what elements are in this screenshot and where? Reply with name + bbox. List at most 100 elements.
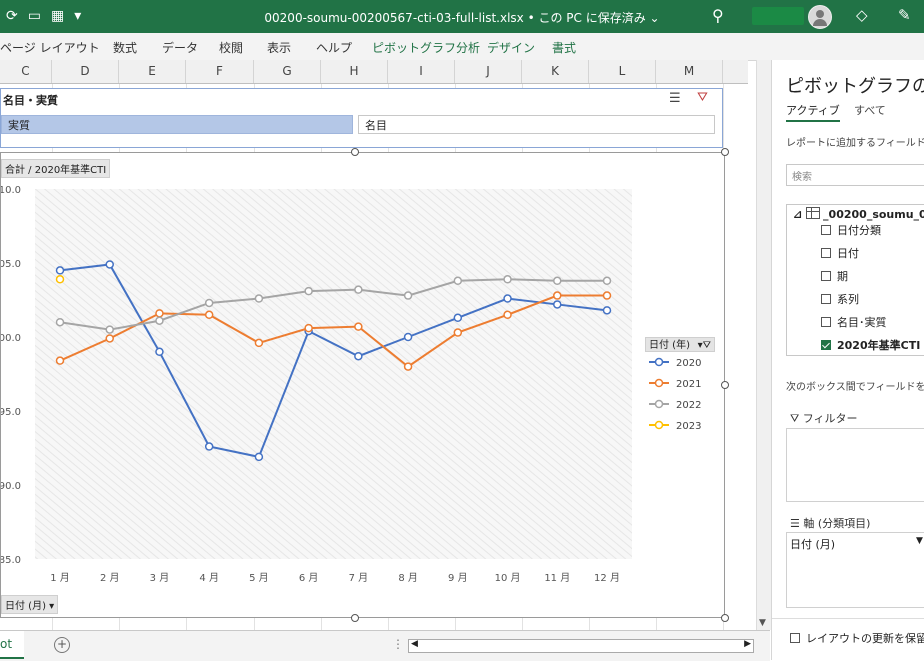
data-point-2023 (55, 275, 65, 284)
tab-review[interactable]: 校閲 (219, 39, 243, 56)
pane-instruction: レポートに追加するフィールドを選択してください: (786, 138, 924, 149)
x-tick-label: 10 月 (495, 572, 521, 584)
field-item-nominal-real[interactable]: 名目･実質 (821, 314, 887, 330)
y-tick-label: 95.0 (1, 407, 21, 418)
slicer-item-nominal[interactable]: 名目 (358, 115, 715, 134)
data-point-2022 (55, 317, 65, 327)
pen-icon[interactable]: ✎ (898, 6, 911, 24)
resize-handle-top[interactable] (351, 148, 359, 156)
data-point-2021 (602, 291, 612, 300)
checkbox[interactable] (790, 633, 800, 643)
data-point-2020 (503, 294, 512, 303)
dropdown-arrow-icon[interactable]: ▼ (916, 536, 923, 546)
field-search-input[interactable]: 検索 (786, 164, 924, 186)
tab-design[interactable]: デザイン (487, 39, 535, 56)
resize-handle-bottom[interactable] (351, 614, 359, 622)
legend-marker-2020 (654, 357, 664, 367)
data-point-2020 (55, 266, 65, 275)
resize-handle-top-right[interactable] (721, 148, 729, 156)
column-header-f[interactable]: F (186, 60, 254, 83)
search-icon[interactable]: ⚲ (712, 6, 724, 25)
tab-active-fields[interactable]: アクティブ (786, 102, 840, 122)
tab-page-layout[interactable]: ページ レイアウト (0, 39, 100, 56)
x-tick-label: 1 月 (50, 572, 70, 584)
filter-drop-area[interactable] (786, 428, 924, 502)
x-tick-label: 11 月 (544, 572, 570, 584)
slicer-nominal-real[interactable]: 名目・実質 ☰ ⛛ 実質 名目 (0, 88, 723, 148)
slicer-item-real[interactable]: 実質 (1, 115, 353, 134)
field-item-period[interactable]: 期 (821, 268, 848, 284)
multi-select-icon[interactable]: ☰ (669, 91, 681, 106)
resize-handle-bottom-right[interactable] (721, 614, 729, 622)
data-point-2020 (354, 351, 363, 361)
field-label: 日付 (837, 247, 859, 260)
column-header-c[interactable]: C (0, 60, 52, 83)
tab-formulas[interactable]: 数式 (113, 39, 137, 56)
sheet-tab-active[interactable]: ot (0, 631, 24, 659)
x-tick-label: 2 月 (100, 572, 120, 584)
legend-marker-2022 (654, 399, 664, 409)
axis-field-label: 日付 (月) (5, 601, 46, 612)
tab-data[interactable]: データ (162, 39, 198, 56)
field-item-cti[interactable]: 2020年基準CTI (821, 337, 920, 353)
legend-label-2022: 2022 (676, 400, 701, 411)
column-header-k[interactable]: K (522, 60, 589, 83)
data-point-2022 (503, 275, 512, 284)
column-header-g[interactable]: G (254, 60, 321, 83)
tab-pivotchart-analyze[interactable]: ピボットグラフ分析 (372, 39, 480, 56)
checkbox[interactable] (821, 248, 831, 258)
data-point-2020 (553, 300, 562, 309)
checkbox[interactable] (821, 317, 831, 327)
sheet-bar-divider[interactable]: ⋮ (392, 637, 404, 651)
legend-field-button[interactable]: 日付 (年) ▾⛛ (645, 337, 715, 352)
column-header-h[interactable]: H (321, 60, 388, 83)
y-tick-label: 90.0 (1, 481, 21, 492)
data-point-2020 (254, 452, 264, 462)
defer-layout-update[interactable]: レイアウトの更新を保留する (790, 630, 924, 646)
account-name-block[interactable] (752, 7, 804, 25)
tab-format[interactable]: 書式 (552, 39, 576, 56)
checkbox[interactable] (821, 294, 831, 304)
field-item-date[interactable]: 日付 (821, 245, 859, 261)
rows-icon: ☰ (790, 517, 804, 530)
clear-filter-icon[interactable]: ⛛ (697, 90, 708, 105)
x-tick-label: 6 月 (299, 572, 319, 584)
column-header-j[interactable]: J (455, 60, 522, 83)
checkbox-checked[interactable] (821, 340, 831, 350)
value-field-button[interactable]: 合計 / 2020年基準CTI (1, 159, 111, 178)
horizontal-scrollbar[interactable]: ◀ ▶ (408, 639, 754, 653)
column-header-e[interactable]: E (119, 60, 186, 83)
avatar[interactable] (808, 5, 832, 29)
x-tick-label: 5 月 (249, 572, 269, 584)
resize-handle-right[interactable] (721, 381, 729, 389)
column-header-i[interactable]: I (388, 60, 455, 83)
column-header-m[interactable]: M (656, 60, 723, 83)
column-header-l[interactable]: L (589, 60, 656, 83)
chart-plot: 110.0 105.0 100.0 95.0 90.0 85.0 1 月 2 月 3 月 4 月… (1, 185, 632, 584)
tab-all-fields[interactable]: すべて (854, 102, 886, 118)
data-point-2022 (155, 316, 164, 325)
table-node[interactable]: ⊿ _00200_soumu_00200567 (793, 207, 924, 221)
axis-field-button[interactable]: 日付 (月) ▾ (1, 595, 59, 614)
column-header-d[interactable]: D (52, 60, 119, 83)
field-item-date-class[interactable]: 日付分類 (821, 222, 881, 238)
field-item-series[interactable]: 系列 (821, 291, 859, 307)
legend-label-2021: 2021 (676, 379, 701, 390)
tab-view[interactable]: 表示 (267, 39, 291, 56)
scroll-left-icon[interactable]: ◀ (411, 639, 418, 649)
checkbox[interactable] (821, 271, 831, 281)
field-label: 2020年基準CTI (837, 339, 921, 352)
slicer-title: 名目・実質 (3, 94, 58, 107)
data-point-2022 (204, 298, 214, 308)
tab-help[interactable]: ヘルプ (316, 39, 352, 56)
checkbox[interactable] (821, 225, 831, 235)
scroll-right-icon[interactable]: ▶ (744, 639, 751, 649)
pivot-chart[interactable]: 110.0 105.0 100.0 95.0 90.0 85.0 1 月 2 月 3 月 4 月… (0, 152, 725, 618)
data-point-2021 (503, 310, 512, 320)
premium-diamond-icon[interactable]: ◇ (856, 6, 868, 24)
scroll-down-icon[interactable]: ▼ (759, 618, 766, 628)
data-point-2021 (354, 322, 363, 331)
vertical-scrollbar[interactable]: ▼ (756, 60, 771, 630)
add-sheet-button[interactable]: + (54, 637, 70, 653)
axis-field-item[interactable]: 日付 (月) ▼ (790, 536, 924, 552)
